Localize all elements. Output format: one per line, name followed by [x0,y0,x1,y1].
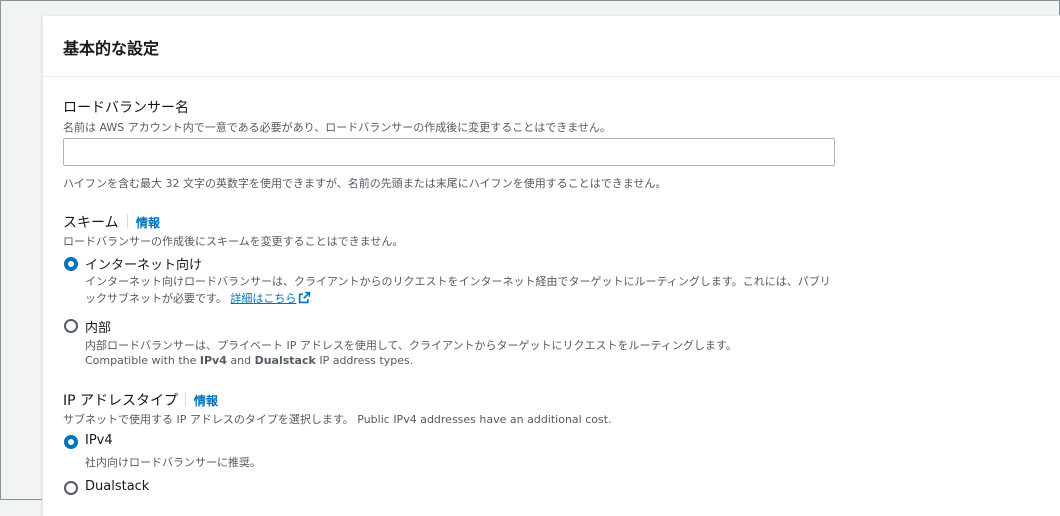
section-title: 基本的な設定 [63,39,160,58]
internal-radio[interactable] [64,319,78,333]
internal-compatibility-note: Compatible with the IPv4 and Dualstack I… [85,354,413,367]
window-frame: 基本的な設定 ロードバランサー名 名前は AWS アカウント内で一意である必要が… [0,0,1060,516]
basic-config-panel: 基本的な設定 ロードバランサー名 名前は AWS アカウント内で一意である必要が… [42,15,1060,516]
ip-type-divider [185,392,186,406]
lb-name-description: 名前は AWS アカウント内で一意である必要があり、ロードバランサーの作成後に変… [63,121,611,134]
lb-name-label: ロードバランサー名 [63,100,189,116]
internal-label[interactable]: 内部 [85,317,111,336]
compat-prefix: Compatible with the [85,354,200,367]
external-link-icon [298,291,311,309]
ip-type-description: サブネットで使用する IP アドレスのタイプを選択します。 Public IPv… [63,413,612,426]
scheme-description: ロードバランサーの作成後にスキームを変更することはできません。 [63,235,404,248]
dualstack-radio[interactable] [64,481,78,495]
internet-facing-radio[interactable] [64,257,78,271]
compat-suffix: IP address types. [315,354,414,367]
learn-more-link[interactable]: 詳細はこちら [230,291,311,305]
ip-type-label: IP アドレスタイプ [63,393,179,409]
internet-facing-description-text: インターネット向けロードバランサーは、クライアントからのリクエストをインターネッ… [85,275,831,305]
ipv4-radio[interactable] [64,435,78,449]
ipv4-label[interactable]: IPv4 [85,433,113,448]
internet-facing-description: インターネット向けロードバランサーは、クライアントからのリクエストをインターネッ… [85,273,835,309]
internal-description: 内部ロードバランサーは、プライベート IP アドレスを使用して、クライアントから… [85,339,737,352]
compat-and: and [226,354,255,367]
ipv4-description: 社内向けロードバランサーに推奨。 [85,456,261,469]
compat-ipv4: IPv4 [199,354,227,367]
lb-name-input[interactable] [63,138,835,166]
dualstack-label[interactable]: Dualstack [85,479,149,494]
lb-name-hint: ハイフンを含む最大 32 文字の英数字を使用できますが、名前の先頭または末尾にハ… [63,177,667,190]
scheme-label: スキーム [63,215,119,231]
compat-dualstack: Dualstack [254,354,316,367]
scheme-info-link[interactable]: 情報 [136,214,160,231]
learn-more-label[interactable]: 詳細はこちら [230,292,296,305]
scheme-divider [127,214,128,228]
panel-header: 基本的な設定 [43,16,1060,77]
ip-type-info-link[interactable]: 情報 [194,392,218,409]
internet-facing-label[interactable]: インターネット向け [85,254,202,273]
